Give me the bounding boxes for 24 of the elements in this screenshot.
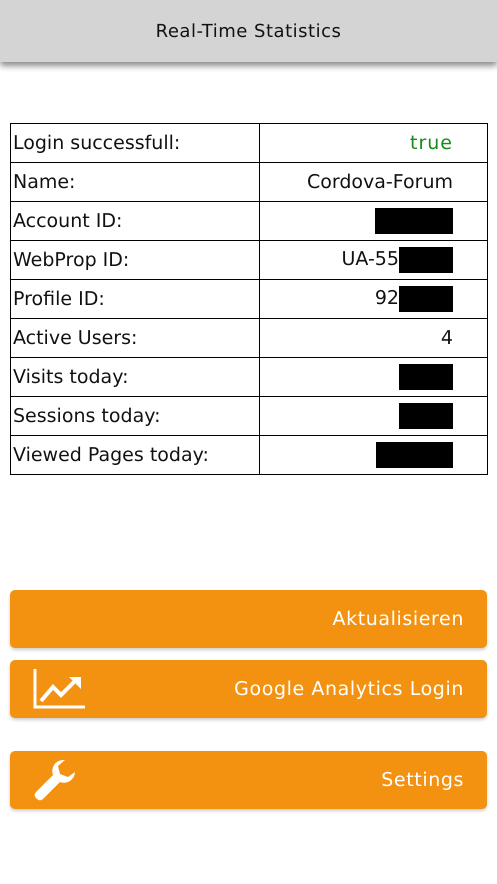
table-cell: Name: — [10, 162, 260, 202]
redaction-bar — [399, 286, 453, 312]
table-cell: true — [260, 124, 488, 162]
redaction-bar — [399, 403, 453, 429]
action-button[interactable]: Aktualisieren — [10, 590, 487, 648]
table-cell: Viewed Pages today: — [10, 436, 260, 474]
table-cell: 4 — [260, 318, 488, 358]
chart-icon — [33, 669, 85, 709]
table-cell: Login successfull: — [10, 124, 260, 162]
table-cell: Active Users: — [10, 318, 260, 358]
table-cell: Account ID: — [10, 202, 260, 240]
table-cell: WebProp ID: — [10, 240, 260, 280]
page-title: Real-Time Statistics — [156, 20, 342, 42]
wrench-icon — [33, 758, 77, 802]
table-cell: 92 — [260, 280, 488, 318]
table-cell: Profile ID: — [10, 280, 260, 318]
action-button[interactable]: Google Analytics Login — [10, 660, 487, 718]
table-cell: UA-55 — [260, 240, 488, 280]
table-cell: Sessions today: — [10, 396, 260, 436]
table-cell: Visits today: — [10, 358, 260, 396]
redaction-bar — [399, 247, 453, 273]
redaction-bar — [399, 364, 453, 390]
action-button[interactable]: Settings — [10, 751, 487, 809]
table-cell: Cordova-Forum — [260, 162, 488, 202]
